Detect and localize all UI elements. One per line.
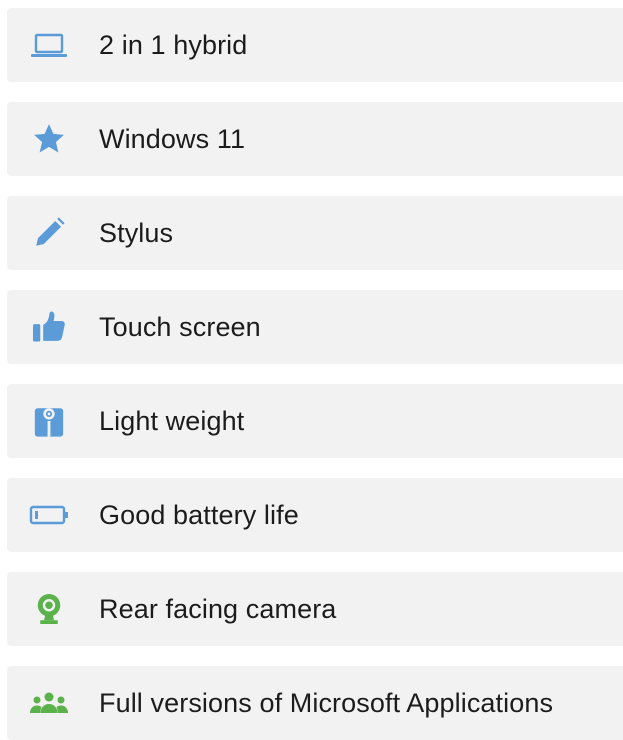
- pencil-icon: [29, 215, 69, 251]
- feature-list: 2 in 1 hybrid Windows 11 Stylus Touch sc…: [7, 8, 623, 740]
- laptop-icon: [29, 27, 69, 63]
- feature-item-camera: Rear facing camera: [7, 572, 623, 646]
- star-icon: [29, 121, 69, 157]
- feature-label: Light weight: [99, 405, 245, 436]
- webcam-icon: [29, 591, 69, 627]
- feature-label: 2 in 1 hybrid: [99, 29, 248, 60]
- feature-item-stylus: Stylus: [7, 196, 623, 270]
- battery-icon: [29, 497, 69, 533]
- feature-label: Stylus: [99, 217, 174, 248]
- feature-item-touch: Touch screen: [7, 290, 623, 364]
- feature-item-windows: Windows 11: [7, 102, 623, 176]
- weight-icon: [29, 403, 69, 439]
- feature-label: Windows 11: [99, 123, 246, 154]
- feature-item-battery: Good battery life: [7, 478, 623, 552]
- feature-item-hybrid: 2 in 1 hybrid: [7, 8, 623, 82]
- people-icon: [29, 685, 69, 721]
- feature-label: Rear facing camera: [99, 593, 337, 624]
- feature-label: Touch screen: [99, 311, 261, 342]
- feature-label: Good battery life: [99, 499, 299, 530]
- feature-item-lightweight: Light weight: [7, 384, 623, 458]
- feature-item-microsoft-apps: Full versions of Microsoft Applications: [7, 666, 623, 740]
- thumbs-up-icon: [29, 309, 69, 345]
- feature-label: Full versions of Microsoft Applications: [99, 687, 554, 718]
